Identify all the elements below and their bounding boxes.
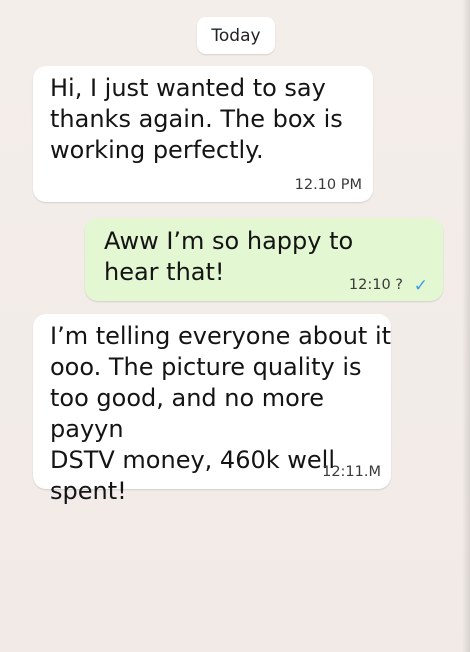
- date-chip-label: Today: [211, 25, 261, 46]
- message-time: 12.10 PM: [294, 177, 362, 193]
- message-text: Hi, I just wanted to say thanks again. T…: [50, 74, 343, 164]
- message-text: Aww I’m so happy to hear that!: [104, 227, 354, 286]
- date-chip: Today: [197, 17, 275, 54]
- check-icon: ✓: [413, 276, 428, 296]
- message-time: 12:10 ?: [348, 277, 403, 293]
- edge-shadow: [462, 0, 470, 652]
- chat-view: Today Hi, I just wanted to say thanks ag…: [0, 0, 470, 652]
- incoming-message-bubble[interactable]: Hi, I just wanted to say thanks again. T…: [33, 66, 373, 202]
- outgoing-message-bubble[interactable]: Aww I’m so happy to hear that! 12:10 ? ✓: [85, 218, 443, 301]
- message-time: 12:11.M: [322, 464, 381, 480]
- incoming-message-bubble[interactable]: I’m telling everyone about it ooo. The p…: [33, 314, 391, 505]
